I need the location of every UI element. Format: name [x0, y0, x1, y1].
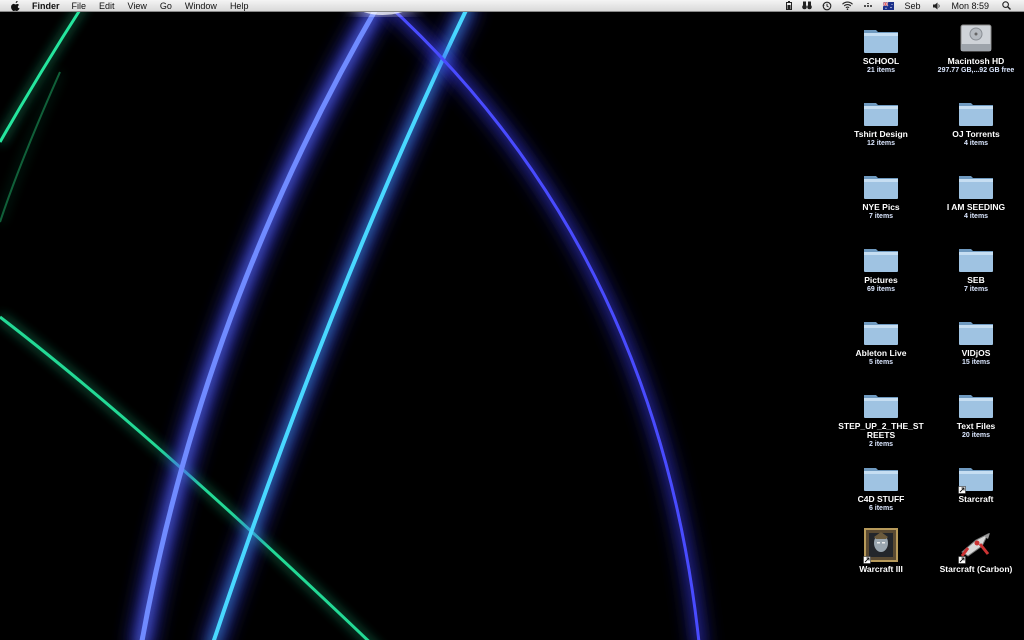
- desktop-icon-info: 297.77 GB,...92 GB free: [937, 67, 1015, 74]
- desktop-icon-info: 15 items: [961, 359, 991, 366]
- desktop-icon-label[interactable]: Text Files: [957, 422, 996, 431]
- desktop-icon-label[interactable]: Starcraft (Carbon): [940, 565, 1013, 574]
- desktop-icon-vidjos[interactable]: VIDjOS 15 items: [928, 314, 1024, 367]
- desktop-icon-label[interactable]: Pictures: [864, 276, 898, 285]
- desktop-icon-label[interactable]: VIDjOS: [962, 349, 991, 358]
- input-flag-icon[interactable]: [883, 0, 895, 12]
- desktop-icon-nye-pics[interactable]: NYE Pics 7 items: [833, 168, 929, 221]
- folder-icon[interactable]: [957, 460, 995, 494]
- desktop-icon-label[interactable]: I AM SEEDING: [947, 203, 1005, 212]
- alias-arrow-icon: [958, 556, 966, 564]
- desktop-icon-info: 2 items: [868, 441, 894, 448]
- menu-go[interactable]: Go: [160, 1, 172, 11]
- menu-help[interactable]: Help: [230, 1, 249, 11]
- desktop-icon-info: 5 items: [868, 359, 894, 366]
- menu-view[interactable]: View: [128, 1, 147, 11]
- warcraft-app-icon[interactable]: [862, 528, 900, 564]
- desktop-icon-label[interactable]: NYE Pics: [862, 203, 899, 212]
- desktop-icon-info: 69 items: [866, 286, 896, 293]
- alias-arrow-icon: [958, 486, 966, 494]
- desktop-icon-oj-torrents[interactable]: OJ Torrents 4 items: [928, 95, 1024, 148]
- menu-file[interactable]: File: [72, 1, 87, 11]
- starcraft-app-icon[interactable]: [957, 530, 995, 564]
- menubar-clock[interactable]: Mon 8:59: [951, 1, 989, 11]
- folder-icon[interactable]: [862, 168, 900, 200]
- desktop-icon-starcraft[interactable]: Starcraft: [928, 460, 1024, 504]
- volume-icon[interactable]: [933, 0, 941, 12]
- folder-icon[interactable]: [957, 95, 995, 127]
- desktop-icon-info: 7 items: [868, 213, 894, 220]
- desktop-icon-label[interactable]: Ableton Live: [855, 349, 906, 358]
- desktop-icon-label[interactable]: OJ Torrents: [952, 130, 1000, 139]
- desktop-icon-tshirt-design[interactable]: Tshirt Design 12 items: [833, 95, 929, 148]
- desktop-icon-info: 21 items: [866, 67, 896, 74]
- desktop-icon-label[interactable]: Warcraft III: [859, 565, 903, 574]
- desktop-icon-info: 6 items: [868, 505, 894, 512]
- desktop-icon-school[interactable]: SCHOOL 21 items: [833, 22, 929, 75]
- wifi-icon[interactable]: [842, 0, 854, 12]
- desktop-icon-label[interactable]: C4D STUFF: [858, 495, 905, 504]
- desktop-icon-info: 4 items: [963, 213, 989, 220]
- user-name[interactable]: Seb: [904, 1, 920, 11]
- desktop-icon-info: 20 items: [961, 432, 991, 439]
- desktop-icon-label[interactable]: SEB: [967, 276, 984, 285]
- desktop-icon-c4d-stuff[interactable]: C4D STUFF 6 items: [833, 460, 929, 513]
- desktop-icon-warcraft-iii[interactable]: Warcraft III: [833, 528, 929, 574]
- desktop-icon-label[interactable]: Tshirt Design: [854, 130, 908, 139]
- folder-icon[interactable]: [957, 168, 995, 200]
- menu-finder[interactable]: Finder: [32, 1, 60, 11]
- time-machine-icon[interactable]: [822, 0, 832, 12]
- desktop-icon-info: 12 items: [866, 140, 896, 147]
- desktop-icon-ableton-live[interactable]: Ableton Live 5 items: [833, 314, 929, 367]
- battery-icon[interactable]: [786, 0, 793, 12]
- menu-window[interactable]: Window: [185, 1, 217, 11]
- desktop-icon-seb[interactable]: SEB 7 items: [928, 241, 1024, 294]
- desktop-icon-macintosh-hd[interactable]: Macintosh HD 297.77 GB,...92 GB free: [928, 22, 1024, 75]
- folder-icon[interactable]: [862, 95, 900, 127]
- folder-icon[interactable]: [862, 314, 900, 346]
- folder-icon[interactable]: [862, 460, 900, 492]
- folder-icon[interactable]: [862, 241, 900, 273]
- menu-extras: Seb Mon 8:59: [786, 0, 1024, 12]
- desktop-icon-pictures[interactable]: Pictures 69 items: [833, 241, 929, 294]
- menu-edit[interactable]: Edit: [99, 1, 115, 11]
- desktop-icon-label[interactable]: STEP_UP_2_THE_STREETS: [836, 422, 926, 440]
- folder-icon[interactable]: [862, 387, 900, 419]
- binoculars-icon[interactable]: [802, 0, 813, 12]
- desktop-icon-step-up-2-the-streets[interactable]: STEP_UP_2_THE_STREETS 2 items: [833, 387, 929, 449]
- folder-icon[interactable]: [862, 22, 900, 54]
- desktop-icon-label[interactable]: SCHOOL: [863, 57, 899, 66]
- apple-menu-icon[interactable]: [11, 0, 20, 11]
- bluetooth-more-icon[interactable]: [863, 0, 873, 12]
- desktop-icon-starcraft-carbon[interactable]: Starcraft (Carbon): [928, 530, 1024, 574]
- folder-icon[interactable]: [957, 241, 995, 273]
- alias-arrow-icon: [863, 556, 871, 564]
- hard-drive-icon[interactable]: [957, 22, 995, 54]
- folder-icon[interactable]: [957, 387, 995, 419]
- desktop-icon-label[interactable]: Starcraft: [959, 495, 994, 504]
- desktop-icon-info: 7 items: [963, 286, 989, 293]
- menu-bar: Finder File Edit View Go Window Help Seb…: [0, 0, 1024, 12]
- desktop-icon-info: 4 items: [963, 140, 989, 147]
- desktop-icon-label[interactable]: Macintosh HD: [948, 57, 1005, 66]
- desktop-icon-i-am-seeding[interactable]: I AM SEEDING 4 items: [928, 168, 1024, 221]
- folder-icon[interactable]: [957, 314, 995, 346]
- desktop-icon-text-files[interactable]: Text Files 20 items: [928, 387, 1024, 440]
- spotlight-search-icon[interactable]: [1002, 0, 1011, 12]
